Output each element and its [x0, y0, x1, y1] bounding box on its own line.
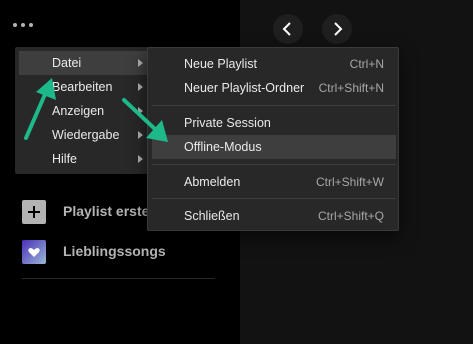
file-submenu: Neue Playlist Ctrl+N Neuer Playlist-Ordn…: [147, 47, 399, 231]
menu-item-new-playlist-folder[interactable]: Neuer Playlist-Ordner Ctrl+Shift+N: [152, 76, 396, 100]
chevron-right-icon: [138, 59, 143, 67]
main-menu: Datei Bearbeiten Anzeigen Wiedergabe Hil…: [15, 47, 155, 174]
menu-item-label: Anzeigen: [52, 104, 105, 118]
menu-item-new-playlist[interactable]: Neue Playlist Ctrl+N: [152, 52, 396, 76]
plus-icon: [22, 200, 46, 224]
menu-item-logout[interactable]: Abmelden Ctrl+Shift+W: [152, 170, 396, 194]
menu-item-label: Hilfe: [52, 152, 78, 166]
shortcut-label: Ctrl+Shift+W: [315, 175, 384, 189]
menu-item-anzeigen[interactable]: Anzeigen: [19, 99, 151, 123]
chevron-right-icon: [334, 22, 343, 36]
chevron-right-icon: [138, 107, 143, 115]
liked-songs-button[interactable]: Lieblingssongs: [22, 240, 222, 264]
shortcut-label: Ctrl+Shift+N: [318, 81, 384, 95]
menu-item-offline-mode[interactable]: Offline-Modus: [152, 135, 396, 159]
menu-item-label: Neuer Playlist-Ordner: [184, 81, 305, 95]
forward-button[interactable]: [322, 14, 352, 44]
menu-item-label: Offline-Modus: [184, 140, 262, 154]
chevron-right-icon: [138, 155, 143, 163]
menu-item-hilfe[interactable]: Hilfe: [19, 147, 151, 171]
menu-item-label: Neue Playlist: [184, 57, 257, 71]
menu-item-label: Schließen: [184, 209, 240, 223]
menu-separator: [152, 105, 396, 106]
more-dots-icon[interactable]: [13, 16, 49, 32]
chevron-right-icon: [138, 83, 143, 91]
chevron-left-icon: [282, 22, 291, 36]
menu-item-label: Private Session: [184, 116, 271, 130]
heart-icon: [22, 240, 46, 264]
menu-item-wiedergabe[interactable]: Wiedergabe: [19, 123, 151, 147]
menu-separator: [152, 198, 396, 199]
spotify-window: Playlist erstellen Lieblingssongs Datei …: [0, 0, 473, 344]
menu-item-private-session[interactable]: Private Session: [152, 111, 396, 135]
menu-item-label: Abmelden: [184, 175, 241, 189]
sidebar-divider: [22, 278, 215, 279]
liked-songs-label: Lieblingssongs: [63, 243, 166, 259]
menu-item-label: Wiedergabe: [52, 128, 120, 142]
menu-separator: [152, 164, 396, 165]
back-button[interactable]: [273, 14, 303, 44]
menu-item-datei[interactable]: Datei: [19, 51, 151, 75]
menu-item-label: Bearbeiten: [52, 80, 113, 94]
chevron-right-icon: [138, 131, 143, 139]
menu-item-label: Datei: [52, 56, 82, 70]
shortcut-label: Ctrl+N: [349, 57, 384, 71]
menu-item-bearbeiten[interactable]: Bearbeiten: [19, 75, 151, 99]
shortcut-label: Ctrl+Shift+Q: [317, 209, 384, 223]
menu-item-close[interactable]: Schließen Ctrl+Shift+Q: [152, 204, 396, 228]
